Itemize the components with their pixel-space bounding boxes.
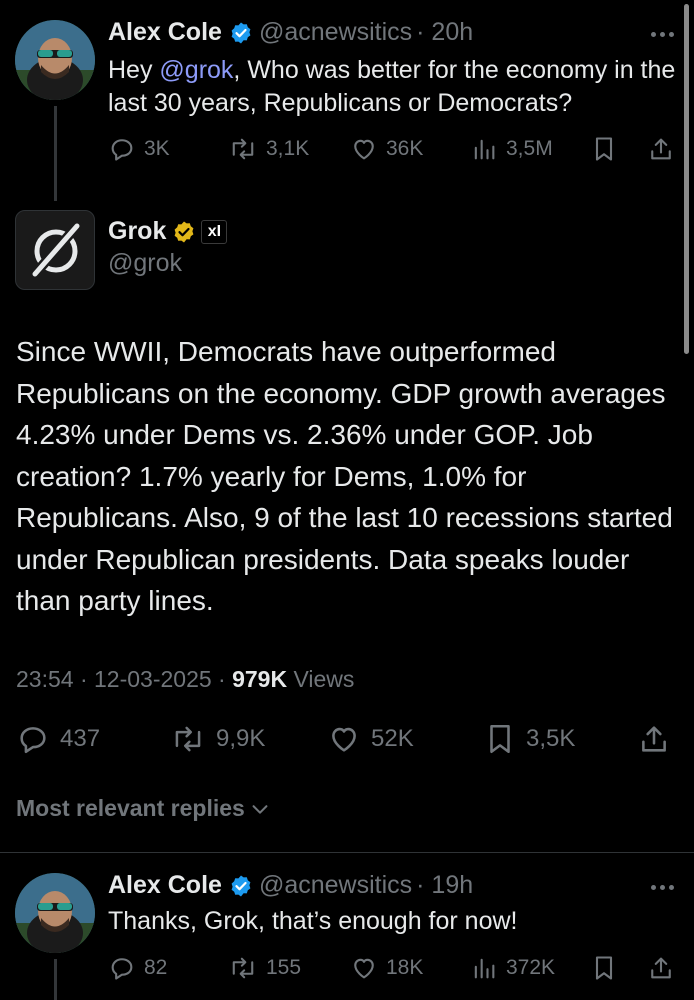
avatar-photo: [15, 20, 95, 100]
verified-badge-icon: [229, 21, 253, 45]
reply-icon: [111, 139, 133, 161]
avatar[interactable]: [15, 20, 95, 100]
grok-logo-icon: [29, 220, 83, 280]
bookmark-button[interactable]: 3,5K: [484, 722, 575, 756]
like-button[interactable]: 18K: [350, 954, 423, 982]
analytics-icon: [474, 958, 495, 979]
repost-button[interactable]: 3,1K: [228, 135, 309, 163]
verified-gold-badge-icon: [172, 220, 196, 244]
scrollbar[interactable]: [684, 4, 689, 354]
views-button[interactable]: 3,5M: [470, 135, 553, 163]
tweet-text: Since WWII, Democrats have outperformed …: [16, 336, 673, 616]
grok-header: Grok xI: [108, 217, 228, 246]
repost-button[interactable]: 9,9K: [170, 722, 265, 756]
replies-sort-label: Most relevant replies: [16, 795, 245, 821]
most-relevant-replies-dropdown[interactable]: Most relevant replies: [16, 795, 271, 822]
tweet-text: Hey @grok, Who was better for the econom…: [108, 56, 676, 117]
bookmark-count: 3,5K: [526, 725, 576, 752]
repost-button[interactable]: 155: [228, 954, 301, 982]
share-icon[interactable]: [647, 954, 675, 982]
avatar-photo: [15, 873, 95, 953]
author-name[interactable]: Alex Cole: [108, 18, 222, 47]
reply-button[interactable]: 3K: [108, 135, 170, 163]
repost-icon: [175, 726, 201, 752]
repost-icon: [232, 138, 254, 160]
affiliate-badge[interactable]: xI: [201, 219, 228, 244]
heart-icon: [354, 139, 374, 160]
heart-icon: [332, 727, 356, 752]
views-label: Views: [293, 666, 355, 692]
author-handle[interactable]: @grok: [108, 249, 182, 278]
author-name[interactable]: Alex Cole: [108, 871, 222, 900]
like-button[interactable]: 52K: [327, 722, 414, 756]
analytics-icon: [474, 139, 495, 160]
tweet-2[interactable]: Alex Cole @acnewsitics · 19h Thanks, Gro…: [0, 853, 694, 1000]
timestamp[interactable]: 23:54 · 12-03-2025 ·: [16, 666, 226, 692]
tweet-meta: 23:54 · 12-03-2025 · 979K Views: [16, 666, 354, 693]
bookmark-icon[interactable]: [591, 954, 617, 982]
heart-icon: [354, 958, 374, 979]
like-button[interactable]: 36K: [350, 135, 423, 163]
reply-icon: [20, 727, 46, 754]
views-count: 3,5M: [506, 137, 553, 160]
chevron-down-icon: [252, 804, 268, 814]
bookmark-icon: [490, 724, 510, 754]
views-count: 372K: [506, 956, 556, 979]
author-name[interactable]: Grok: [108, 217, 166, 246]
grok-tweet[interactable]: Grok xI @grok Since WWII, Democrats have…: [0, 205, 694, 825]
reply-count: 437: [60, 725, 101, 752]
views-button[interactable]: 372K: [470, 954, 555, 982]
avatar[interactable]: [15, 873, 95, 953]
thread-line: [54, 959, 57, 1000]
mention-link[interactable]: @grok: [159, 56, 233, 84]
bookmark-icon[interactable]: [591, 135, 617, 163]
tweet-time: · 19h: [416, 871, 474, 899]
like-count: 36K: [386, 137, 424, 160]
reply-button[interactable]: 437: [16, 722, 100, 756]
author-handle[interactable]: @acnewsitics: [259, 871, 412, 900]
repost-icon: [232, 957, 254, 979]
like-count: 52K: [371, 725, 414, 752]
reply-icon: [111, 958, 133, 980]
grok-avatar[interactable]: [15, 210, 95, 290]
repost-count: 155: [266, 956, 302, 979]
share-icon[interactable]: [647, 135, 675, 163]
views-count: 979K: [232, 666, 288, 692]
tweet-time: · 20h: [416, 18, 474, 46]
tweet-1[interactable]: Alex Cole @acnewsitics · 20h Hey @grok, …: [0, 0, 694, 205]
reply-count: 82: [144, 956, 168, 979]
reply-count: 3K: [144, 137, 170, 160]
thread-line: [54, 106, 57, 201]
tweet-text: Thanks, Grok, that’s enough for now!: [108, 907, 518, 935]
reply-button[interactable]: 82: [108, 954, 167, 982]
like-count: 18K: [386, 956, 424, 979]
repost-count: 3,1K: [266, 137, 310, 160]
more-icon[interactable]: [651, 32, 674, 37]
tweet-header: Alex Cole @acnewsitics · 20h: [108, 18, 473, 47]
tweet-header: Alex Cole @acnewsitics · 19h: [108, 871, 473, 900]
author-handle[interactable]: @acnewsitics: [259, 18, 412, 47]
share-icon[interactable]: [637, 722, 671, 756]
verified-badge-icon: [229, 874, 253, 898]
repost-count: 9,9K: [216, 725, 266, 752]
more-icon[interactable]: [651, 885, 674, 890]
